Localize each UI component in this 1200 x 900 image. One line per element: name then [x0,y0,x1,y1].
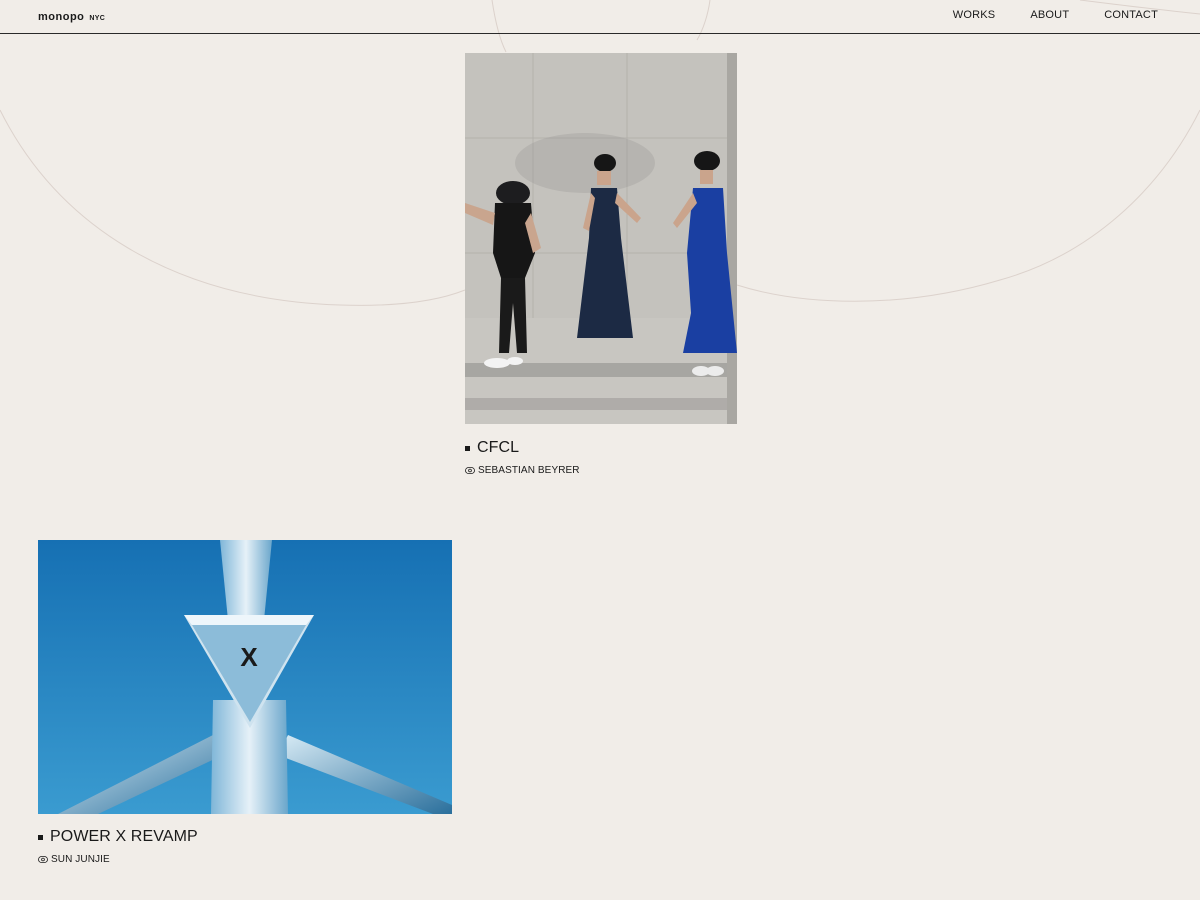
work-credit[interactable]: SUN JUNJIE [51,854,110,865]
page: monopo NYC WORKS ABOUT CONTACT CFCL SEBA… [0,0,1200,900]
power-x-photo: X [38,540,452,814]
work-title-row: CFCL [465,439,737,457]
square-bullet-icon [465,445,470,451]
svg-text:X: X [240,642,258,672]
main-nav: WORKS ABOUT CONTACT [953,9,1158,21]
work-title[interactable]: POWER X REVAMP [50,828,198,846]
square-bullet-icon [38,834,43,840]
cfcl-photo [465,53,737,424]
nav-works[interactable]: WORKS [953,9,996,21]
logo-city: NYC [89,15,106,22]
logo-wordmark: monopo [38,11,85,23]
nav-contact[interactable]: CONTACT [1104,9,1158,21]
work-card-power-x: X POWER X REVAMP SUN JUNJIE [38,540,452,865]
nav-about[interactable]: ABOUT [1030,9,1069,21]
work-credit[interactable]: SEBASTIAN BEYRER [478,465,580,476]
work-thumbnail-power-x[interactable]: X [38,540,452,814]
work-title-row: POWER X REVAMP [38,828,452,846]
logo[interactable]: monopo NYC [38,11,105,23]
work-credit-row: SUN JUNJIE [38,854,452,865]
work-card-cfcl: CFCL SEBASTIAN BEYRER [465,53,737,476]
work-title[interactable]: CFCL [477,439,519,457]
work-credit-row: SEBASTIAN BEYRER [465,465,737,476]
eye-link-icon [465,467,475,474]
eye-link-icon [38,856,48,863]
work-thumbnail-cfcl[interactable] [465,53,737,424]
site-header: monopo NYC WORKS ABOUT CONTACT [0,0,1200,34]
